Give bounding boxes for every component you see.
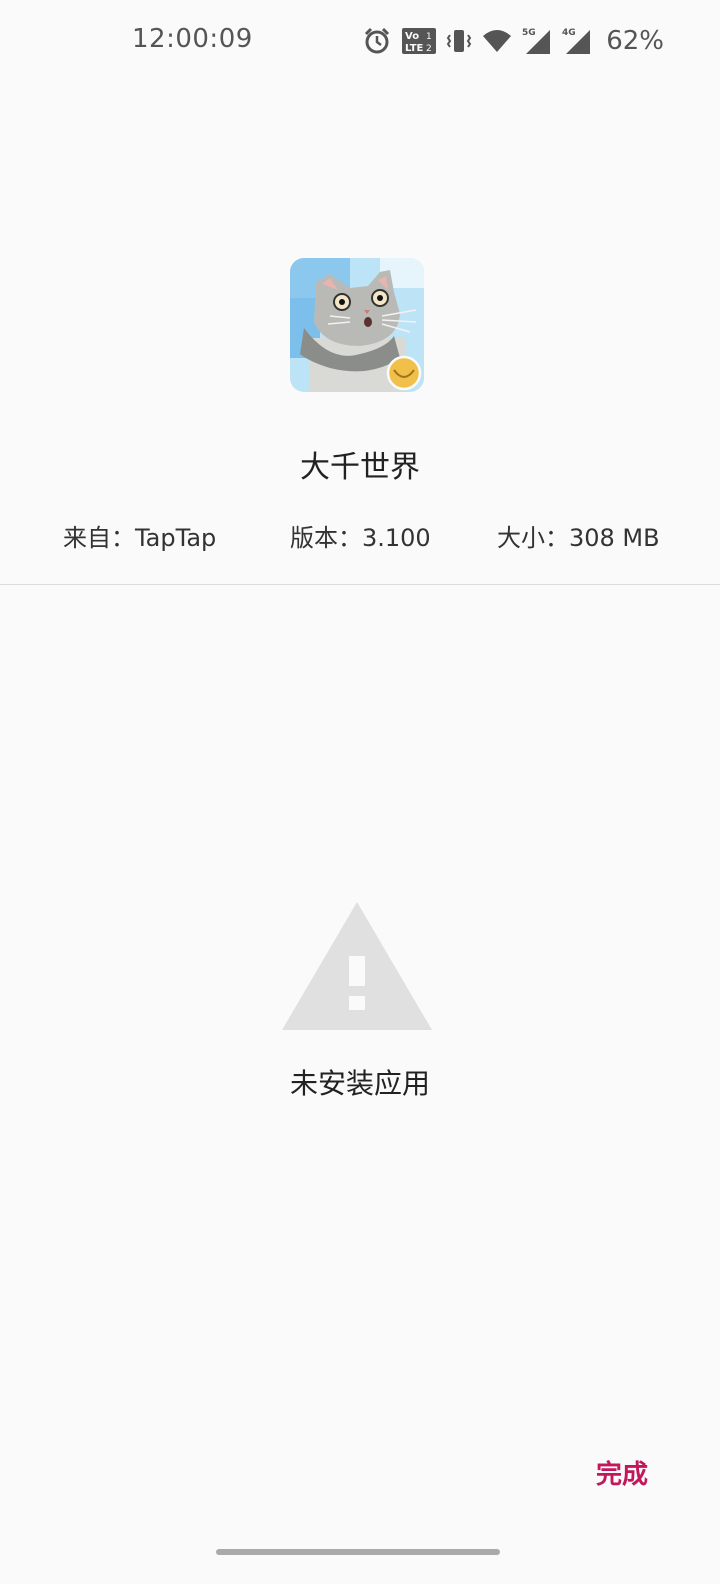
wifi-icon <box>482 26 512 56</box>
svg-text:Vo: Vo <box>405 31 419 42</box>
done-button[interactable]: 完成 <box>594 1452 650 1493</box>
status-bar: 12:00:09 Vo LTE 1 2 5G 4G 62% <box>0 0 720 84</box>
battery-percent: 62% <box>606 26 664 56</box>
signal-5g-label: 5G <box>522 28 536 38</box>
volte-icon: Vo LTE 1 2 <box>402 26 437 56</box>
app-meta-row: 来自：TapTap 版本：3.100 大小：308 MB <box>0 518 720 552</box>
app-version: 版本：3.100 <box>290 524 431 552</box>
alarm-icon <box>362 26 392 56</box>
app-source: 来自：TapTap <box>63 524 217 552</box>
svg-text:LTE: LTE <box>405 43 424 54</box>
svg-text:2: 2 <box>426 44 432 54</box>
warning-icon <box>282 902 432 1032</box>
signal-5g-icon: 5G <box>522 26 552 56</box>
signal-4g-label: 4G <box>562 28 576 38</box>
vibrate-icon <box>446 26 472 56</box>
app-cat-icon <box>290 258 424 392</box>
install-status-message: 未安装应用 <box>289 1067 430 1100</box>
status-icons: Vo LTE 1 2 5G 4G 62% <box>362 26 664 56</box>
app-name: 大千世界 <box>300 450 420 485</box>
status-time: 12:00:09 <box>132 24 253 54</box>
app-size: 大小：308 MB <box>497 524 660 552</box>
navigation-handle[interactable] <box>216 1549 500 1555</box>
divider <box>0 584 720 585</box>
svg-text:1: 1 <box>426 32 432 42</box>
signal-4g-icon: 4G <box>562 26 592 56</box>
